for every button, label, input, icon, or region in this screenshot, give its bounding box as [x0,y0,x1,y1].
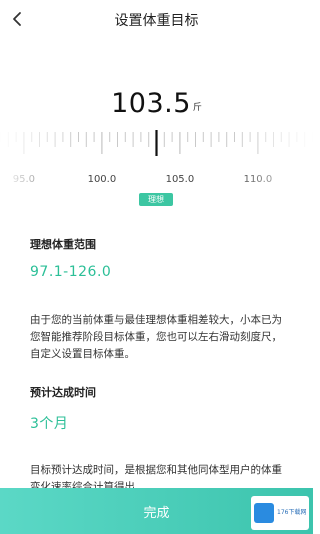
estimated-time-label: 预计达成时间 [30,386,96,399]
estimated-time-value: 3个月 [30,416,69,432]
done-button-label: 完成 [143,505,170,521]
ruler-tick-label: 105.0 [166,174,195,185]
ideal-range-value: 97.1-126.0 [30,264,112,280]
status-badge: 理想 [139,193,173,206]
watermark-text: 176下载网 [277,509,307,516]
current-weight-display: 103.5 斤 [0,88,313,119]
watermark: 176下载网 [251,496,309,530]
ruler-tick-label: 95.0 [13,174,35,185]
ruler-tick-label: 100.0 [88,174,117,185]
page-title: 设置体重目标 [114,13,199,29]
watermark-logo-icon [254,503,274,523]
recommendation-text: 由于您的当前体重与最佳理想体重相差较大，小本已为您智能推荐阶段目标体重，您也可以… [30,314,282,360]
weight-ruler-slider[interactable]: 95.0 100.0 105.0 110.0 [0,124,313,190]
ruler-tick-label: 110.0 [244,174,273,185]
ideal-range-label: 理想体重范围 [30,238,96,251]
weight-unit: 斤 [192,103,202,113]
ruler-scale: 95.0 100.0 105.0 110.0 [0,130,313,185]
header-bar: 设置体重目标 [0,0,313,40]
weight-value: 103.5 [111,88,191,119]
